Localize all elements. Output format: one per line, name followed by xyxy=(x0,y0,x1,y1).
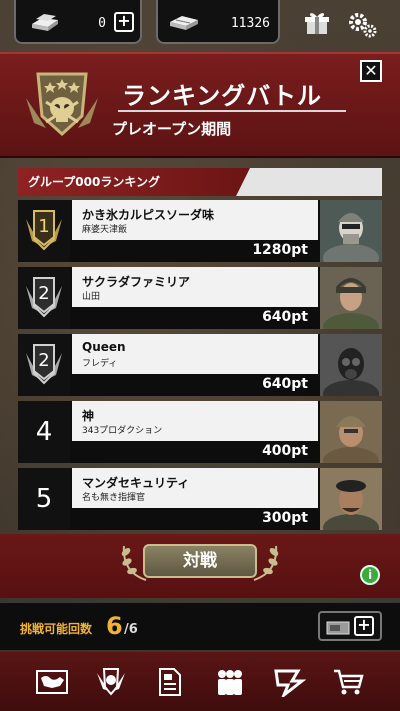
rank-number: 4 xyxy=(35,417,53,447)
soldier-portrait-2 xyxy=(320,267,382,329)
team-points: 400pt xyxy=(262,443,308,459)
close-icon: ✕ xyxy=(364,61,378,80)
team-info: かき氷カルピスソーダ味 麻婆天津飯 xyxy=(72,200,318,240)
rank-1-badge: 1 xyxy=(18,200,70,262)
team-name: 神 xyxy=(82,409,95,423)
title-divider xyxy=(118,110,346,112)
soldier-portrait-5 xyxy=(320,468,382,530)
ranking-row-4[interactable]: 4 神 343プロダクション 400pt xyxy=(18,401,382,463)
battle-area: 対戦 xyxy=(0,534,400,598)
challenge-max: /6 xyxy=(124,622,138,637)
bottom-navigation xyxy=(0,652,400,711)
gift-icon[interactable] xyxy=(304,10,330,40)
cash-value: 11326 xyxy=(230,16,270,31)
svg-text:2: 2 xyxy=(38,350,49,371)
page-subtitle: プレオープン期間 xyxy=(112,120,232,138)
team-info: サクラダファミリア 山田 xyxy=(72,267,318,307)
leader-name: 名も無き指揮官 xyxy=(82,493,146,503)
rank-4-badge: 4 xyxy=(18,401,70,463)
rank-2-badge: 2 xyxy=(18,267,70,329)
group-ranking-label: グループ000ランキング xyxy=(18,168,250,196)
ranking-row-5[interactable]: 5 マンダセキュリティ 名も無き指揮官 300pt xyxy=(18,468,382,530)
team-name: マンダセキュリティ xyxy=(82,476,190,490)
team-info: Queen フレディ xyxy=(72,334,318,374)
leader-name: 麻婆天津飯 xyxy=(82,225,128,235)
challenge-label: 挑戦可能回数 xyxy=(20,622,93,636)
document-icon xyxy=(159,667,182,696)
soldier-portrait-4 xyxy=(320,401,382,463)
nav-formation[interactable] xyxy=(272,665,306,699)
squad-icon xyxy=(217,669,242,695)
cash-stack-icon xyxy=(168,10,200,38)
ranking-row-3[interactable]: 2 Queen フレディ 640pt xyxy=(18,334,382,396)
cash-resource: 11326 xyxy=(156,0,280,44)
nav-ranking[interactable] xyxy=(94,665,128,699)
page-title: ランキングバトル xyxy=(122,82,322,110)
top-bar: 0 + 11326 xyxy=(0,0,400,50)
gold-value: 0 xyxy=(98,16,106,31)
shop-cart-icon xyxy=(334,669,364,694)
team-points: 640pt xyxy=(262,376,308,392)
formation-icon xyxy=(274,669,306,697)
nav-shop[interactable] xyxy=(331,665,365,699)
team-name: Queen xyxy=(82,340,126,354)
nav-map[interactable] xyxy=(35,665,69,699)
leader-name: フレディ xyxy=(82,359,118,369)
svg-text:2: 2 xyxy=(38,283,49,304)
team-points: 640pt xyxy=(262,309,308,325)
group-ranking-bar: グループ000ランキング xyxy=(18,168,382,196)
nav-squad[interactable] xyxy=(213,665,247,699)
svg-text:1: 1 xyxy=(38,216,49,237)
add-gold-button[interactable]: + xyxy=(114,12,134,32)
settings-gear-icon[interactable] xyxy=(346,10,378,42)
close-button[interactable]: ✕ xyxy=(360,60,382,82)
team-info: 神 343プロダクション xyxy=(72,401,318,441)
rank-number: 5 xyxy=(35,484,53,514)
ranking-row-1[interactable]: 1 かき氷カルピスソーダ味 麻婆天津飯 1280pt xyxy=(18,200,382,262)
skull-emblem-icon xyxy=(16,68,108,152)
team-name: サクラダファミリア xyxy=(82,275,191,289)
rank-5-badge: 5 xyxy=(18,468,70,530)
soldier-portrait-1 xyxy=(320,200,382,262)
map-icon xyxy=(35,669,68,694)
ranking-list: 1 かき氷カルピスソーダ味 麻婆天津飯 1280pt 2 サクラダファミリア 山… xyxy=(18,200,382,535)
laurel-right-icon xyxy=(252,542,282,586)
leader-name: 343プロダクション xyxy=(82,426,163,436)
ranking-battle-header: ランキングバトル プレオープン期間 ✕ xyxy=(0,52,400,158)
gold-bar-icon xyxy=(28,10,62,38)
team-name: かき氷カルピスソーダ味 xyxy=(82,208,215,222)
buy-challenge-button[interactable]: + xyxy=(318,611,382,641)
nav-missions[interactable] xyxy=(153,665,187,699)
soldier-portrait-3 xyxy=(320,334,382,396)
team-points: 300pt xyxy=(262,510,308,526)
info-button[interactable]: i xyxy=(360,565,380,585)
challenge-count-bar: 挑戦可能回数 6 /6 + xyxy=(0,602,400,650)
gold-resource: 0 + xyxy=(14,0,142,44)
team-points: 1280pt xyxy=(252,242,308,258)
rank-2-badge: 2 xyxy=(18,334,70,396)
add-challenge-icon: + xyxy=(354,616,374,636)
ticket-icon xyxy=(326,620,350,639)
rank-emblem-icon xyxy=(96,667,125,696)
battle-button[interactable]: 対戦 xyxy=(143,544,257,578)
team-info: マンダセキュリティ 名も無き指揮官 xyxy=(72,468,318,508)
ranking-row-2[interactable]: 2 サクラダファミリア 山田 640pt xyxy=(18,267,382,329)
leader-name: 山田 xyxy=(82,292,101,302)
challenge-current: 6 xyxy=(106,612,123,640)
